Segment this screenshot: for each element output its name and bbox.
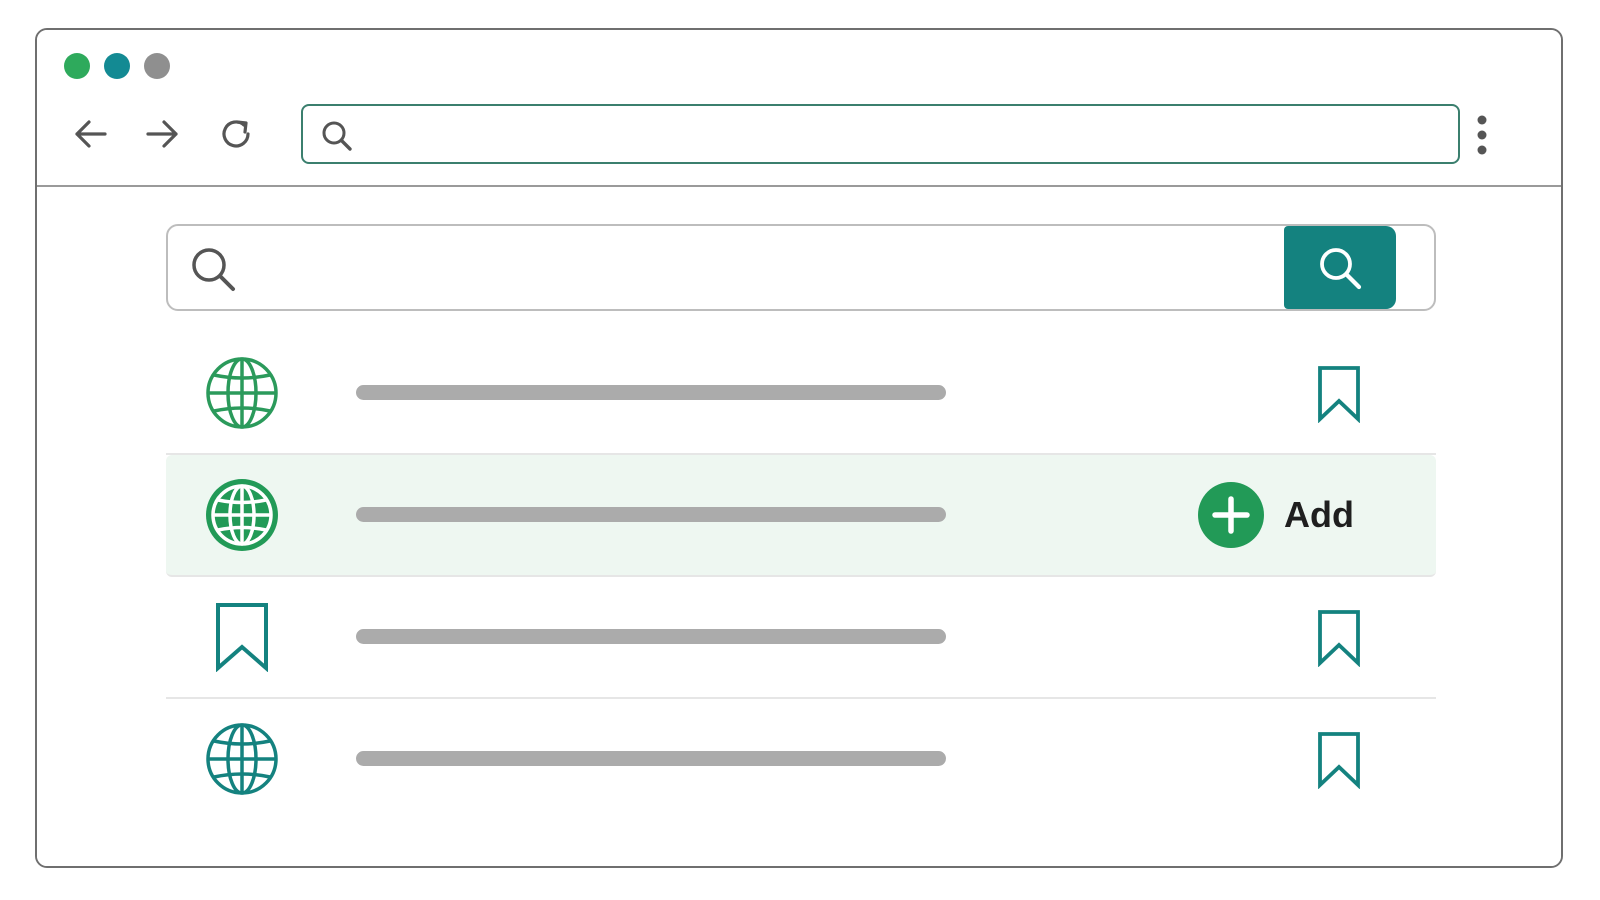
bookmark-button[interactable]	[1309, 607, 1369, 669]
item-title-placeholder	[356, 751, 946, 766]
globe-icon	[206, 357, 278, 429]
search-icon	[192, 248, 235, 291]
search-button[interactable]	[1284, 226, 1396, 309]
item-title-placeholder	[356, 385, 946, 400]
bookmark-icon	[1318, 732, 1360, 789]
bookmark-icon	[216, 603, 268, 672]
search-bar[interactable]	[166, 224, 1436, 311]
list-item[interactable]	[166, 699, 1436, 821]
add-button[interactable]: Add	[1198, 481, 1354, 549]
address-bar[interactable]	[301, 104, 1460, 164]
item-title-placeholder	[356, 629, 946, 644]
window-dot-gray[interactable]	[144, 53, 170, 79]
list-item[interactable]	[166, 333, 1436, 455]
list-item[interactable]	[166, 577, 1436, 699]
search-icon	[1320, 247, 1362, 289]
menu-button[interactable]	[1467, 112, 1497, 158]
page-content: Add	[37, 187, 1561, 866]
forward-button[interactable]	[143, 114, 183, 154]
list-item-highlighted[interactable]: Add	[166, 455, 1436, 577]
bookmark-button[interactable]	[1309, 363, 1369, 425]
address-input[interactable]	[365, 114, 1449, 156]
back-button[interactable]	[70, 114, 110, 154]
bookmark-button[interactable]	[1309, 729, 1369, 791]
window-dot-green[interactable]	[64, 53, 90, 79]
globe-icon	[206, 723, 278, 795]
window-dot-teal[interactable]	[104, 53, 130, 79]
add-button-label: Add	[1284, 494, 1354, 535]
vertical-dots-icon	[1477, 115, 1487, 155]
browser-window: Add	[35, 28, 1563, 868]
search-icon	[322, 121, 352, 151]
search-input[interactable]	[252, 244, 1306, 294]
bookmark-icon	[1318, 366, 1360, 423]
bookmark-icon	[1318, 610, 1360, 667]
item-title-placeholder	[356, 507, 946, 522]
browser-toolbar	[37, 30, 1561, 187]
plus-icon	[1198, 482, 1264, 548]
globe-icon	[206, 479, 278, 551]
reload-button[interactable]	[216, 114, 256, 154]
results-list: Add	[166, 333, 1436, 821]
forward-arrow-icon	[146, 120, 178, 148]
back-arrow-icon	[75, 120, 107, 148]
reload-icon	[222, 120, 250, 148]
